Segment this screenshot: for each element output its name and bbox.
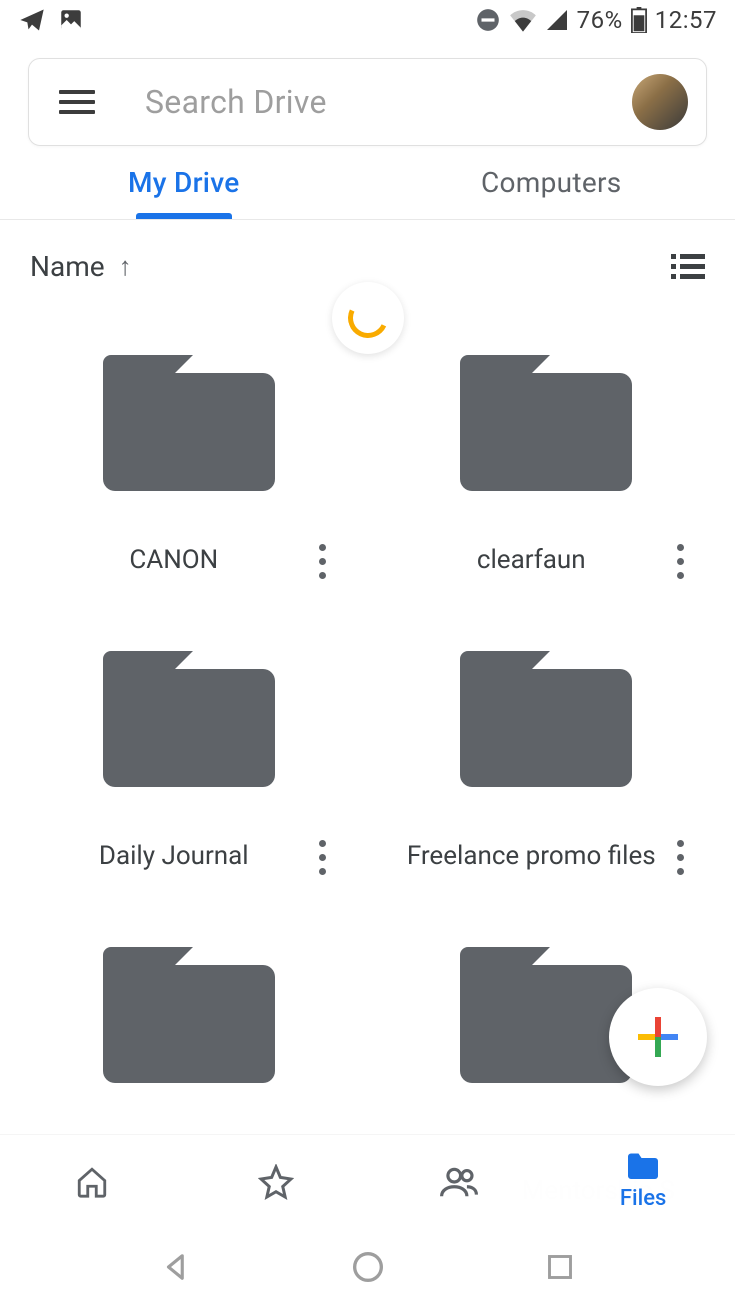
folder-icon: [103, 651, 275, 787]
people-icon: [440, 1165, 478, 1199]
cellular-icon: [545, 8, 569, 32]
nav-files[interactable]: Files: [551, 1152, 735, 1211]
folder-name: Daily Journal: [40, 840, 308, 874]
nav-starred[interactable]: [184, 1164, 368, 1200]
folder-icon: [460, 651, 632, 787]
more-options-icon[interactable]: [308, 840, 338, 875]
home-circle-icon[interactable]: [352, 1251, 384, 1283]
recents-icon[interactable]: [546, 1253, 574, 1281]
drive-tabs: My Drive Computers: [0, 146, 735, 220]
star-icon: [258, 1164, 294, 1200]
back-icon[interactable]: [161, 1252, 191, 1282]
android-status-bar: 76% 12:57: [0, 0, 735, 40]
folder-item[interactable]: CANON: [30, 355, 348, 591]
folder-item[interactable]: clearfaun: [388, 355, 706, 591]
nav-home[interactable]: [0, 1165, 184, 1199]
folder-icon: [460, 355, 632, 491]
folder-item[interactable]: Daily Journal: [30, 651, 348, 887]
wifi-icon: [509, 8, 537, 32]
arrow-up-icon: ↑: [119, 251, 132, 282]
battery-icon: [631, 7, 647, 33]
hamburger-menu-icon[interactable]: [59, 90, 95, 114]
search-input[interactable]: Search Drive: [145, 83, 632, 121]
folder-item[interactable]: Freelance promo files: [388, 651, 706, 887]
folder-name: CANON: [40, 544, 308, 578]
sort-label: Name: [30, 250, 105, 283]
folder-icon: [103, 355, 275, 491]
home-icon: [75, 1165, 109, 1199]
nav-shared[interactable]: [368, 1165, 552, 1199]
bottom-navigation: Files: [0, 1134, 735, 1228]
telegram-icon: [18, 6, 46, 34]
clock-time: 12:57: [655, 6, 717, 34]
folder-name: Freelance promo files: [398, 840, 666, 874]
folder-name: clearfaun: [398, 544, 666, 578]
dnd-icon: [475, 7, 501, 33]
more-options-icon[interactable]: [308, 544, 338, 579]
search-bar[interactable]: Search Drive: [28, 58, 707, 146]
plus-icon: [638, 1017, 678, 1057]
more-options-icon[interactable]: [665, 544, 695, 579]
loading-spinner: [332, 282, 404, 354]
folder-icon: [103, 947, 275, 1083]
folder-item[interactable]: [30, 947, 348, 1123]
sort-control[interactable]: Name ↑: [30, 250, 132, 283]
android-system-nav: [0, 1228, 735, 1306]
folder-icon: [625, 1152, 661, 1182]
battery-percent: 76%: [577, 6, 623, 34]
tab-computers[interactable]: Computers: [368, 146, 735, 219]
folder-grid: CANON clearfaun Daily Journal Freelance …: [0, 295, 735, 1123]
view-toggle-list-icon[interactable]: [671, 254, 705, 279]
image-icon: [58, 7, 84, 33]
account-avatar[interactable]: [632, 74, 688, 130]
folder-icon: [460, 947, 632, 1083]
more-options-icon[interactable]: [665, 840, 695, 875]
nav-files-label: Files: [620, 1186, 666, 1211]
tab-my-drive[interactable]: My Drive: [0, 146, 368, 219]
create-new-fab[interactable]: [609, 988, 707, 1086]
